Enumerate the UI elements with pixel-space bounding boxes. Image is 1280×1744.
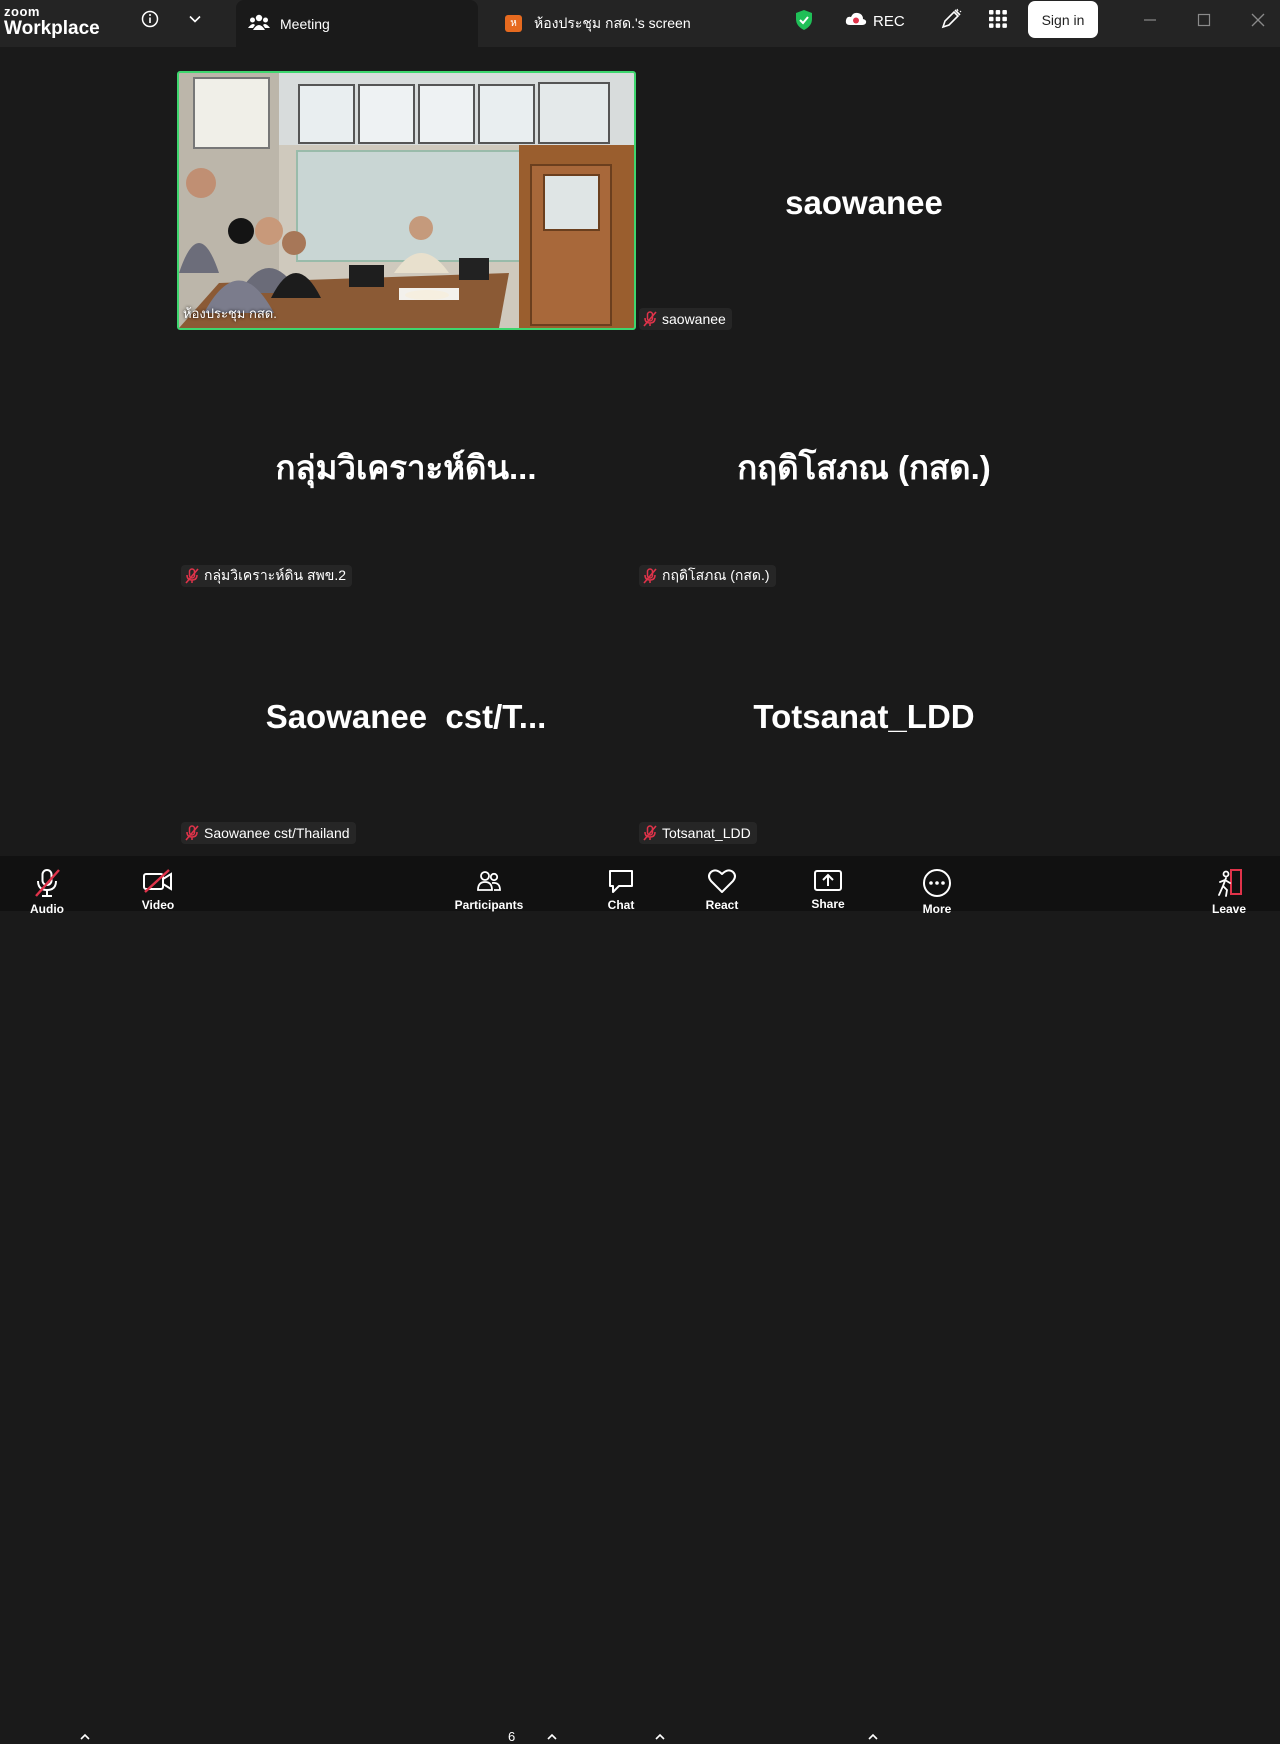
brand-small: zoom xyxy=(4,4,40,19)
more-button[interactable]: More xyxy=(912,856,962,916)
chat-label: Chat xyxy=(607,898,635,912)
record-button[interactable]: REC xyxy=(845,10,905,32)
video-label: Video xyxy=(141,898,175,912)
shield-check-icon[interactable] xyxy=(793,9,815,31)
participants-icon xyxy=(476,868,502,894)
participant-display-name: Saowanee cst/T... xyxy=(265,698,547,735)
tab-meeting[interactable]: Meeting xyxy=(236,0,478,47)
cloud-record-icon xyxy=(845,11,867,31)
share-screen-icon xyxy=(813,868,843,893)
participant-name: Totsanat_LDD xyxy=(662,825,751,841)
meeting-room-video-frame xyxy=(179,73,634,328)
record-label: REC xyxy=(873,12,905,30)
participant-tile[interactable]: Saowanee cst/T... Saowanee cst/Thailand xyxy=(177,586,635,844)
leave-exit-icon xyxy=(1213,868,1245,898)
react-button[interactable]: React xyxy=(697,856,747,912)
tab-meeting-label: Meeting xyxy=(280,15,330,32)
participants-button[interactable]: Participants xyxy=(448,856,530,912)
audio-options-chevron-icon[interactable] xyxy=(78,1730,92,1744)
active-speaker-video[interactable]: ห้องประชุม กสด. xyxy=(177,71,636,330)
participant-tile[interactable]: กลุ่มวิเคราะห์ดิน... กลุ่มวิเคราะห์ดิน ส… xyxy=(177,329,635,587)
participant-display-name: saowanee xyxy=(785,184,943,221)
info-icon[interactable] xyxy=(139,8,161,30)
participant-name: กฤดิโสภณ (กสด.) xyxy=(662,567,770,583)
participants-icon xyxy=(248,13,270,34)
brand-large: Workplace xyxy=(4,18,100,39)
close-icon[interactable] xyxy=(1248,10,1268,30)
participant-name: Saowanee cst/Thailand xyxy=(204,825,350,841)
participant-name-tag: กฤดิโสภณ (กสด.) xyxy=(639,565,776,587)
mic-muted-icon xyxy=(643,568,657,584)
participant-display-name: กฤดิโสภณ (กสด.) xyxy=(737,449,991,486)
mic-muted-icon xyxy=(643,311,657,327)
annotate-pen-icon[interactable] xyxy=(940,8,962,30)
leave-button[interactable]: Leave xyxy=(1204,856,1254,916)
leave-label: Leave xyxy=(1211,902,1247,916)
meeting-toolbar: Audio Video Participants 6 Chat React Sh… xyxy=(0,856,1280,1744)
zoom-workplace-logo: zoom Workplace xyxy=(4,5,100,38)
participant-name-tag: กลุ่มวิเคราะห์ดิน สพข.2 xyxy=(181,565,352,587)
tab-shared-screen-label: ห้องประชุม กสด.'s screen xyxy=(534,14,691,31)
mic-muted-icon xyxy=(643,825,657,841)
chat-button[interactable]: Chat xyxy=(596,856,646,912)
share-label: Share xyxy=(811,897,845,911)
participant-display-name: กลุ่มวิเคราะห์ดิน... xyxy=(275,449,537,486)
share-button[interactable]: Share xyxy=(803,856,853,911)
share-options-chevron-icon[interactable] xyxy=(866,1730,880,1744)
participant-count: 6 xyxy=(508,1729,516,1744)
participants-label: Participants xyxy=(454,898,524,912)
sign-in-button[interactable]: Sign in xyxy=(1028,1,1098,38)
screen-share-badge: ห xyxy=(505,15,522,32)
participant-name-label: ห้องประชุม กสด. xyxy=(183,306,277,321)
audio-label: Audio xyxy=(30,902,64,916)
mic-muted-icon xyxy=(33,868,61,898)
title-bar: zoom Workplace Meeting ห ห้องประชุม กสด.… xyxy=(0,0,1280,47)
apps-grid-icon[interactable] xyxy=(987,8,1009,30)
chevron-down-icon[interactable] xyxy=(184,8,206,30)
react-label: React xyxy=(705,898,739,912)
video-button[interactable]: Video xyxy=(133,856,183,912)
mic-muted-icon xyxy=(185,825,199,841)
participant-name-tag: Saowanee cst/Thailand xyxy=(181,822,356,844)
participant-tile[interactable]: saowanee saowanee xyxy=(635,72,1093,330)
participants-options-chevron-icon[interactable] xyxy=(545,1730,559,1744)
participant-name: กลุ่มวิเคราะห์ดิน สพข.2 xyxy=(204,567,346,583)
audio-button[interactable]: Audio xyxy=(22,856,72,916)
chat-options-chevron-icon[interactable] xyxy=(653,1730,667,1744)
maximize-icon[interactable] xyxy=(1194,10,1214,30)
participant-tile[interactable]: Totsanat_LDD Totsanat_LDD xyxy=(635,586,1093,844)
tab-shared-screen[interactable]: ห ห้องประชุม กสด.'s screen xyxy=(505,0,765,47)
participant-tile[interactable]: กฤดิโสภณ (กสด.) กฤดิโสภณ (กสด.) xyxy=(635,329,1093,587)
mic-muted-icon xyxy=(185,568,199,584)
participant-name-tag: saowanee xyxy=(639,308,732,330)
participant-name: saowanee xyxy=(662,311,726,327)
chat-bubble-icon xyxy=(607,868,635,894)
participant-name-tag: Totsanat_LDD xyxy=(639,822,757,844)
more-label: More xyxy=(922,902,952,916)
more-ellipsis-icon xyxy=(922,868,952,898)
minimize-icon[interactable] xyxy=(1140,10,1160,30)
participant-display-name: Totsanat_LDD xyxy=(753,698,975,735)
video-off-icon xyxy=(142,868,174,894)
heart-icon xyxy=(707,868,737,894)
